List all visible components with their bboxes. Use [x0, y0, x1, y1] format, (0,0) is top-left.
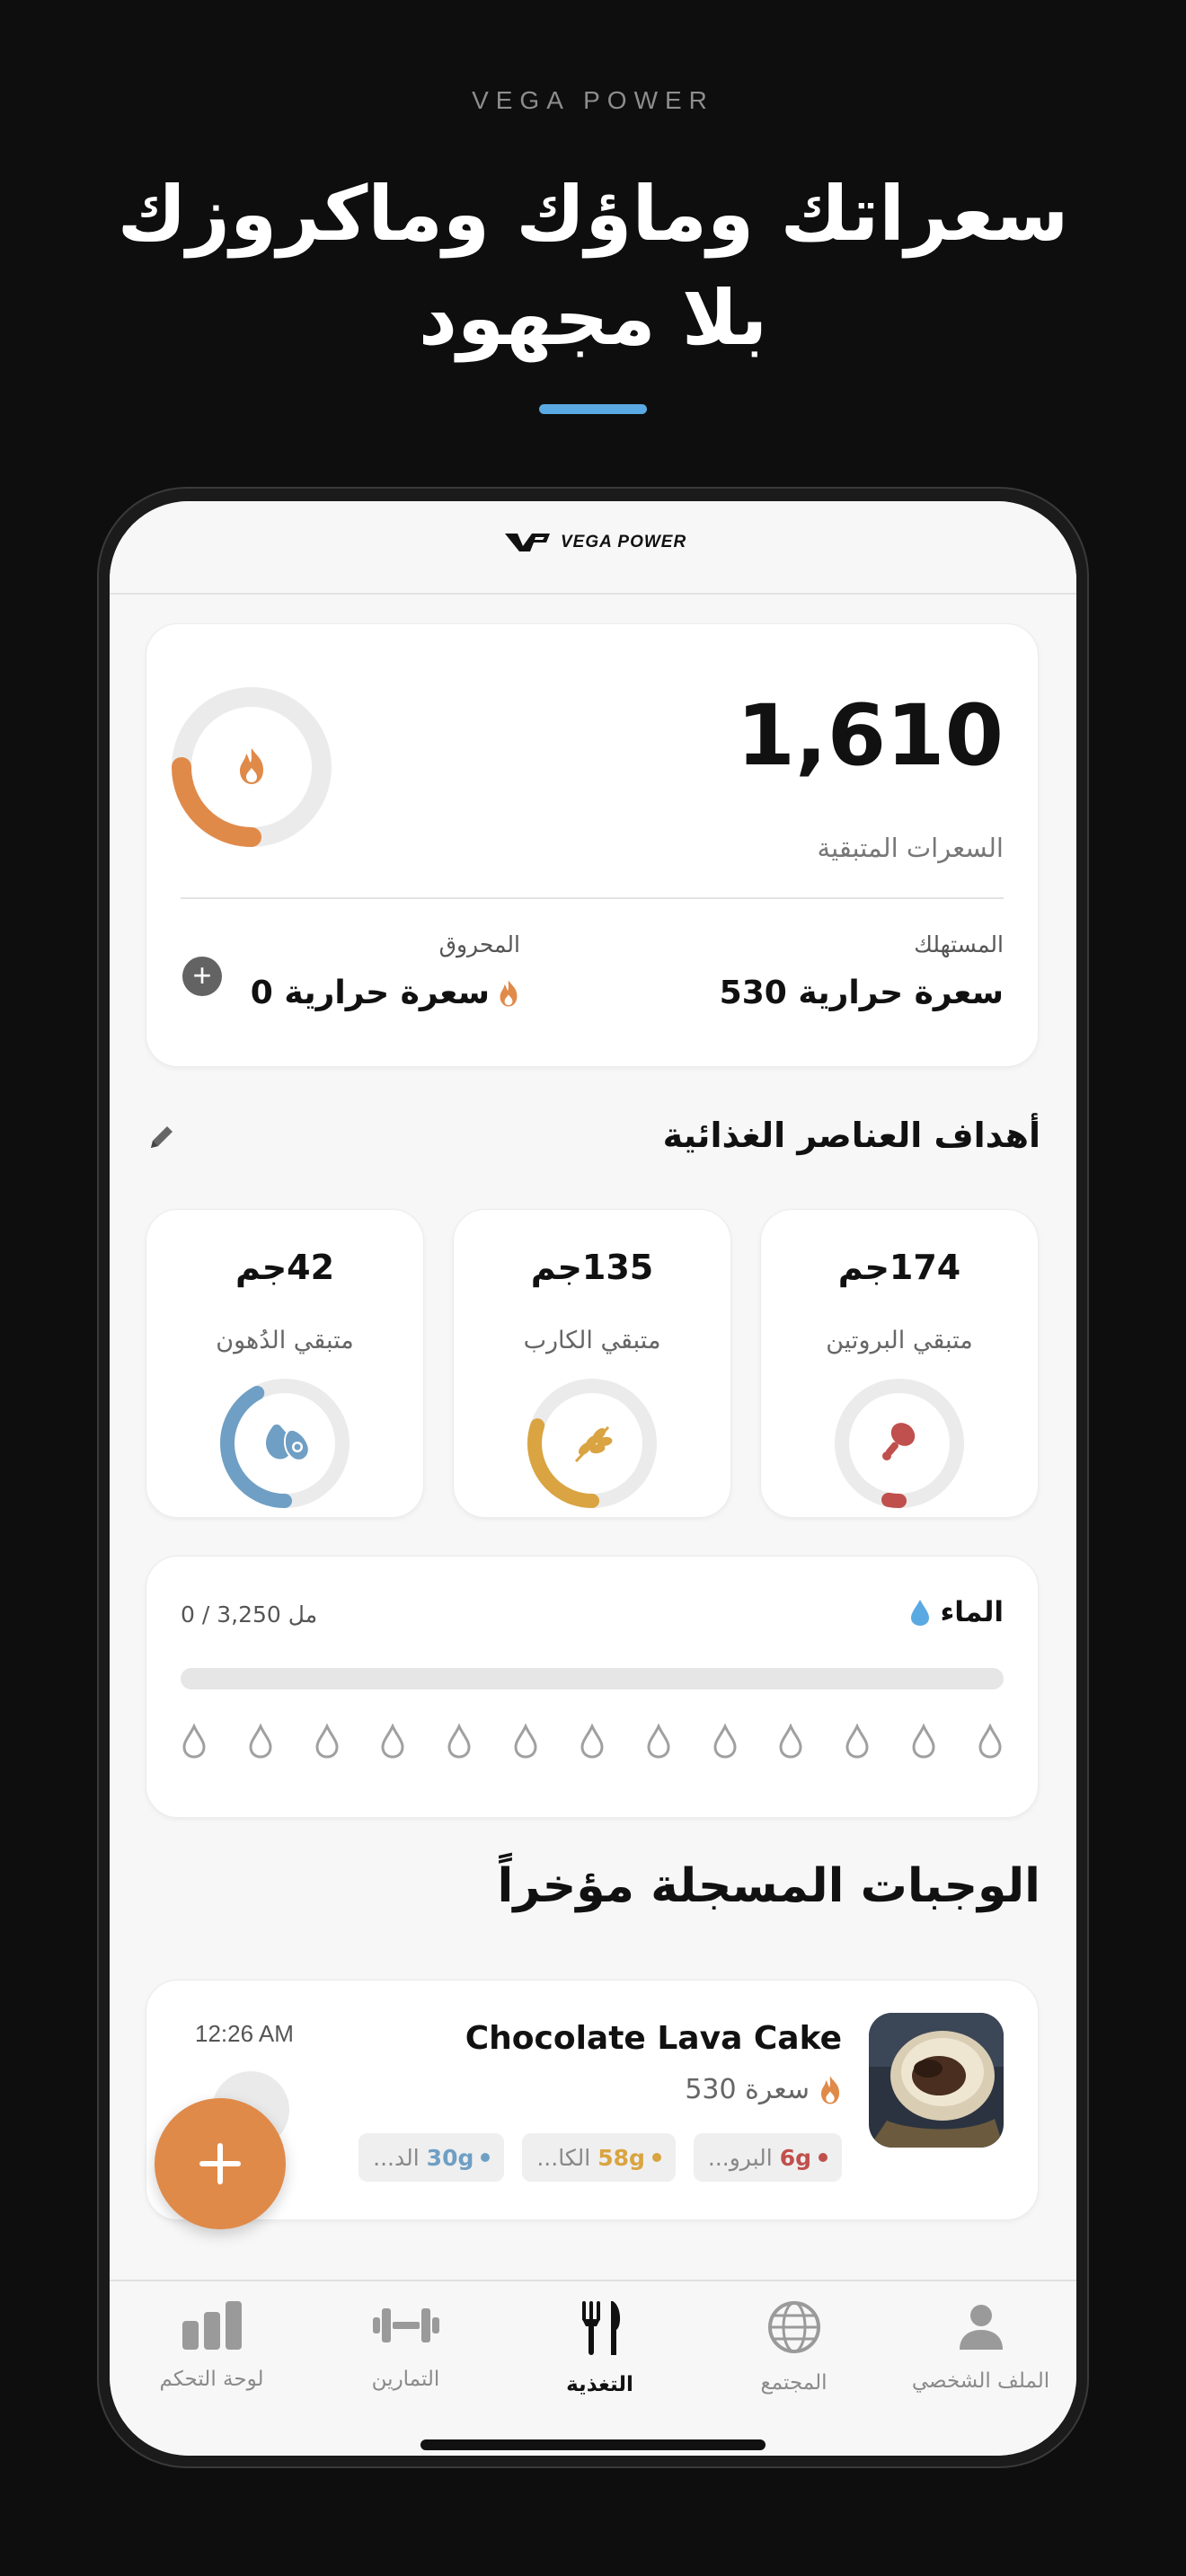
water-glass-drop-icon[interactable] — [645, 1724, 672, 1760]
meal-macro-chips: 6g البرو... 58g الكا... 30g الد... — [358, 2133, 842, 2182]
meal-chip-fat: 30g الد... — [358, 2133, 505, 2182]
promo-brand: VEGA POWER — [472, 86, 714, 114]
meal-calories-row: سعرة 530 — [685, 2074, 842, 2105]
fat-remaining-value: 42جم — [235, 1248, 335, 1287]
calories-remaining-label: السعرات المتبقية — [817, 833, 1004, 863]
edit-pencil-icon[interactable] — [146, 1121, 178, 1153]
chip-dot — [481, 2153, 491, 2162]
chip-label: الكا... — [536, 2144, 591, 2171]
water-glass-drop-icon[interactable] — [181, 1724, 208, 1760]
meal-chip-carbs: 58g الكا... — [522, 2133, 676, 2182]
protein-remaining-value: 174جم — [837, 1248, 961, 1287]
chip-amount: 6g — [779, 2144, 811, 2171]
water-glass-drop-icon[interactable] — [910, 1724, 937, 1760]
add-meal-fab[interactable] — [155, 2098, 286, 2229]
water-card[interactable]: الماء مل 3,250 / 0 — [146, 1556, 1039, 1818]
vega-logo-icon — [505, 534, 550, 551]
calorie-ring — [172, 687, 332, 847]
tab-profile[interactable]: الملف الشخصي — [884, 2299, 1076, 2393]
tab-dashboard[interactable]: لوحة التحكم — [115, 2299, 308, 2391]
carbs-remaining-value: 135جم — [530, 1248, 654, 1287]
dashboard-icon — [181, 2301, 242, 2350]
water-count: مل 3,250 / 0 — [181, 1601, 318, 1628]
fat-ring — [220, 1379, 350, 1508]
recent-meals-title: الوجبات المسجلة مؤخراً — [497, 1859, 1040, 1913]
water-glass-drop-icon[interactable] — [446, 1724, 473, 1760]
meal-time: 12:26 AM — [195, 2020, 294, 2047]
chip-amount: 58g — [597, 2144, 645, 2171]
water-glass-drop-icon[interactable] — [712, 1724, 739, 1760]
calorie-summary-card[interactable]: 1,610 السعرات المتبقية المستهلك سعرة حرا… — [146, 623, 1039, 1067]
tab-nutrition-label: التغذية — [566, 2373, 633, 2396]
water-glass-drop-icon[interactable] — [579, 1724, 606, 1760]
water-glass-row — [181, 1724, 1004, 1760]
app-screen: VEGA POWER 1,610 السعرات المتبقية المسته… — [110, 501, 1076, 2456]
water-progress-bar — [181, 1668, 1004, 1689]
burned-row: سعرة حرارية 0 — [251, 975, 520, 1011]
add-burned-button[interactable]: + — [182, 957, 222, 996]
tab-dashboard-label: لوحة التحكم — [159, 2368, 264, 2391]
drumstick-icon — [882, 1423, 916, 1460]
plus-icon — [199, 2143, 241, 2184]
water-glass-drop-icon[interactable] — [844, 1724, 871, 1760]
home-indicator — [420, 2439, 766, 2450]
water-glass-drop-icon[interactable] — [247, 1724, 274, 1760]
promo-headline-line2: بلا مجهود — [418, 274, 768, 362]
promo-headline-line1: سعراتك وماؤك وماكروزك — [117, 170, 1069, 258]
water-glass-drop-icon[interactable] — [512, 1724, 539, 1760]
tab-nutrition[interactable]: التغذية — [503, 2299, 696, 2396]
flame-meal-icon — [820, 2076, 840, 2104]
macro-card-carbs[interactable]: 135جم متبقي الكارب — [453, 1209, 731, 1518]
dumbbell-icon — [372, 2308, 439, 2342]
calorie-divider — [181, 897, 1004, 899]
promo-headline: سعراتك وماؤك وماكروزك بلا مجهود — [0, 162, 1186, 370]
accent-bar — [539, 404, 647, 414]
app-logo: VEGA POWER — [503, 530, 686, 555]
app-header: VEGA POWER — [110, 501, 1076, 595]
chip-label: الد... — [373, 2144, 420, 2171]
water-glass-drop-icon[interactable] — [977, 1724, 1004, 1760]
tab-workouts[interactable]: التمارين — [309, 2299, 502, 2391]
avocado-icon — [266, 1425, 310, 1461]
water-title-row: الماء — [909, 1596, 1004, 1628]
tab-community[interactable]: المجتمع — [697, 2299, 890, 2395]
wheat-icon — [574, 1425, 613, 1463]
tab-profile-label: الملف الشخصي — [911, 2369, 1050, 2393]
globe-icon — [767, 2301, 820, 2353]
meal-name: Chocolate Lava Cake — [465, 2020, 842, 2057]
protein-ring — [835, 1379, 964, 1508]
flame-icon — [240, 748, 263, 784]
macro-card-protein[interactable]: 174جم متبقي البروتين — [760, 1209, 1039, 1518]
meal-chip-protein: 6g البرو... — [693, 2133, 842, 2182]
water-title: الماء — [940, 1596, 1004, 1628]
burned-value: سعرة حرارية 0 — [250, 975, 490, 1011]
meal-calories: سعرة 530 — [685, 2074, 810, 2105]
profile-icon — [959, 2305, 1003, 2350]
carbs-ring — [527, 1379, 657, 1508]
nutrient-goals-title: أهداف العناصر الغذائية — [662, 1116, 1040, 1155]
consumed-value: سعرة حرارية 530 — [719, 975, 1004, 1011]
water-drop-icon — [911, 1600, 930, 1626]
tab-workouts-label: التمارين — [371, 2368, 440, 2391]
consumed-label: المستهلك — [914, 931, 1004, 957]
bottom-tab-bar: لوحة التحكم التمارين التغذية المجتمع الم… — [110, 2280, 1076, 2456]
chip-dot — [651, 2153, 661, 2162]
carbs-remaining-label: متبقي الكارب — [523, 1327, 661, 1354]
chip-amount: 30g — [426, 2144, 474, 2171]
tab-community-label: المجتمع — [760, 2371, 828, 2395]
water-glass-drop-icon[interactable] — [777, 1724, 804, 1760]
flame-small-icon — [500, 979, 518, 1007]
fork-knife-icon — [581, 2301, 620, 2355]
calories-remaining-value: 1,610 — [736, 687, 1004, 785]
water-glass-drop-icon[interactable] — [379, 1724, 406, 1760]
water-glass-drop-icon[interactable] — [314, 1724, 341, 1760]
burned-label: المحروق — [438, 931, 520, 957]
macro-card-fat[interactable]: 42جم متبقي الدُهون — [146, 1209, 424, 1518]
meal-photo — [869, 2013, 1004, 2148]
protein-remaining-label: متبقي البروتين — [826, 1327, 973, 1354]
fat-remaining-label: متبقي الدُهون — [216, 1327, 354, 1354]
chip-label: البرو... — [707, 2144, 773, 2171]
app-logo-text: VEGA POWER — [561, 533, 687, 551]
chip-dot — [819, 2153, 828, 2162]
